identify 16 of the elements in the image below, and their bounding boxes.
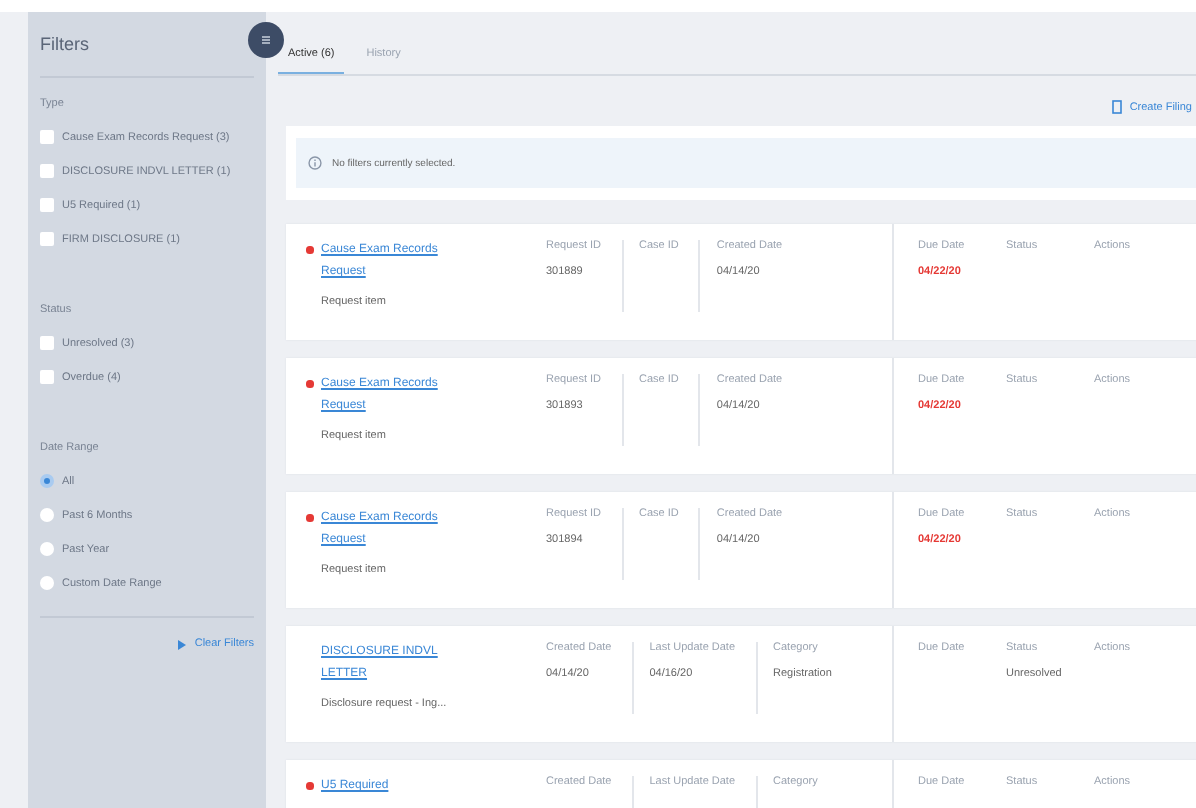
sidebar-title: Filters — [40, 34, 89, 54]
menu-icon — [260, 34, 272, 46]
radio-button[interactable] — [40, 508, 54, 522]
checkbox[interactable] — [40, 336, 54, 350]
document-icon — [1111, 100, 1122, 114]
checkbox[interactable] — [40, 130, 54, 144]
radio-button[interactable] — [40, 542, 54, 556]
collapse-button[interactable] — [248, 22, 284, 58]
checkbox[interactable] — [40, 232, 54, 246]
checkbox[interactable] — [40, 164, 54, 178]
checkbox[interactable] — [40, 370, 54, 384]
radio-button[interactable] — [40, 474, 54, 488]
radio-button[interactable] — [40, 576, 54, 590]
info-icon — [308, 156, 322, 170]
play-icon — [178, 639, 187, 649]
checkbox[interactable] — [40, 198, 54, 212]
